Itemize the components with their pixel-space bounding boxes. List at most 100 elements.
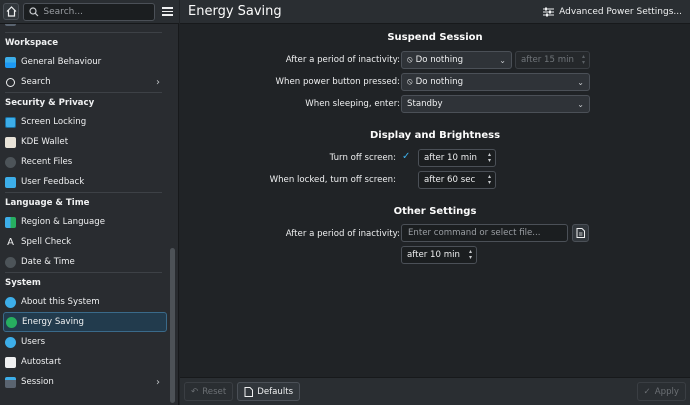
spinbox-value: after 60 sec [424, 175, 476, 185]
sidebar-item-label: Screen Locking [21, 117, 87, 127]
advanced-power-settings-button[interactable]: Advanced Power Settings... [543, 7, 682, 17]
sidebar-item-spell-check[interactable]: A Spell Check [0, 232, 170, 252]
locked-turn-off-spinbox[interactable]: after 60 sec ▴ ▾ [418, 171, 496, 189]
sidebar-item-recent-files[interactable]: Recent Files [0, 152, 170, 172]
search-icon [6, 77, 15, 87]
sleeping-label: When sleeping, enter: [305, 99, 400, 109]
power-button-label: When power button pressed: [275, 77, 400, 87]
sidebar-item-energy-saving[interactable]: Energy Saving [3, 312, 167, 332]
sidebar-item-date-time[interactable]: Date & Time [0, 252, 170, 272]
hamburger-menu-button[interactable] [159, 3, 176, 21]
document-icon [244, 386, 254, 397]
section-title-suspend: Suspend Session [387, 32, 483, 43]
sleeping-mode-combo[interactable]: Standby ⌄ [401, 95, 590, 113]
chevron-right-icon: › [156, 76, 160, 88]
home-icon [6, 6, 17, 17]
other-inactivity-label: After a period of inactivity: [285, 229, 400, 239]
sidebar-item-label: About this System [21, 297, 100, 307]
sidebar-item-label: Autostart [21, 357, 61, 367]
power-button-combo[interactable]: ⦸ Do nothing ⌄ [401, 73, 590, 91]
command-placeholder: Enter command or select file... [408, 228, 541, 238]
sidebar-item-session[interactable]: Session › [0, 372, 170, 392]
sidebar-item-label: Region & Language [21, 217, 105, 227]
sidebar-item-user-feedback[interactable]: User Feedback [0, 172, 170, 192]
general-behaviour-icon [5, 56, 16, 68]
defaults-label: Defaults [257, 386, 294, 397]
sidebar-list: Activities Workspace General Behaviour S… [0, 14, 170, 392]
sidebar-scrollbar[interactable] [170, 248, 175, 403]
sidebar-item-label: Users [21, 337, 46, 347]
sidebar-item-label: KDE Wallet [21, 137, 69, 147]
search-placeholder: Search... [43, 6, 83, 17]
sidebar-item-label: Recent Files [21, 157, 73, 167]
wallet-icon [5, 136, 16, 148]
spin-arrows-icon: ▴ ▾ [581, 53, 585, 66]
chevron-down-icon: ⌄ [577, 99, 584, 109]
no-action-icon: ⦸ [407, 77, 413, 87]
autostart-icon [5, 356, 16, 368]
suspend-inactivity-time-spinbox[interactable]: after 15 min ▴ ▾ [515, 51, 590, 69]
spinbox-value: after 10 min [407, 250, 460, 260]
apply-label: Apply [654, 386, 679, 397]
section-title-display: Display and Brightness [369, 130, 501, 141]
session-icon [5, 376, 16, 388]
other-time-spinbox[interactable]: after 10 min ▴ ▾ [401, 246, 477, 264]
spin-arrows-icon: ▴ ▾ [468, 248, 472, 261]
clock-icon [5, 156, 16, 168]
spin-arrows-icon: ▴ ▾ [487, 151, 491, 164]
calendar-clock-icon [5, 256, 16, 268]
sidebar-item-users[interactable]: Users [0, 332, 170, 352]
spin-arrows-icon: ▴ ▾ [487, 173, 491, 186]
sidebar-item-search[interactable]: Search › [0, 72, 170, 92]
sidebar-item-general-behaviour[interactable]: General Behaviour [0, 52, 170, 72]
sidebar-item-label: User Feedback [21, 177, 85, 187]
defaults-button[interactable]: Defaults [237, 382, 301, 401]
sidebar-toolbar: Search... [0, 0, 179, 24]
main-content: Suspend Session After a period of inacti… [180, 25, 690, 377]
chevron-down-icon: ⌄ [499, 55, 506, 65]
sidebar-item-screen-locking[interactable]: Screen Locking [0, 112, 170, 132]
chevron-right-icon: › [156, 376, 160, 388]
spell-check-icon: A [7, 236, 14, 248]
sidebar-item-autostart[interactable]: Autostart [0, 352, 170, 372]
reset-label: Reset [202, 386, 227, 397]
page-title: Energy Saving [188, 4, 282, 19]
page-header: Energy Saving Advanced Power Settings... [180, 0, 690, 24]
sidebar-item-label: Search [21, 77, 51, 87]
check-icon: ✓ [643, 386, 651, 397]
sliders-icon [543, 7, 555, 16]
sidebar-item-about-system[interactable]: About this System [0, 292, 170, 312]
category-system: System [5, 277, 41, 288]
sidebar-item-region-language[interactable]: Region & Language [0, 212, 170, 232]
sidebar: Activities Workspace General Behaviour S… [0, 0, 179, 405]
home-button[interactable] [3, 3, 20, 20]
sidebar-item-label: General Behaviour [21, 57, 102, 67]
search-input[interactable]: Search... [23, 2, 155, 21]
category-workspace: Workspace [5, 37, 59, 48]
combo-value: Do nothing [415, 77, 464, 87]
battery-icon [6, 316, 17, 328]
turn-off-screen-spinbox[interactable]: after 10 min ▴ ▾ [418, 149, 496, 167]
file-icon [576, 228, 585, 238]
users-icon [5, 336, 16, 348]
sidebar-item-label: Date & Time [21, 257, 75, 267]
search-icon [29, 6, 39, 16]
sidebar-item-kde-wallet[interactable]: KDE Wallet [0, 132, 170, 152]
screen-locking-icon [5, 116, 16, 128]
apply-button[interactable]: ✓ Apply [636, 382, 686, 401]
footer-bar: ↶ Reset Defaults ✓ Apply [180, 377, 690, 405]
chevron-down-icon: ⌄ [577, 77, 584, 87]
command-input[interactable]: Enter command or select file... [401, 224, 568, 242]
category-language-time: Language & Time [5, 197, 90, 208]
suspend-inactivity-combo[interactable]: ⦸ Do nothing ⌄ [401, 51, 512, 69]
select-file-button[interactable] [572, 224, 589, 242]
turn-off-screen-checkbox[interactable]: ✓ [402, 151, 410, 162]
section-title-other: Other Settings [393, 206, 477, 217]
category-security-privacy: Security & Privacy [5, 97, 95, 108]
turn-off-screen-label: Turn off screen: [329, 153, 396, 163]
reset-button[interactable]: ↶ Reset [184, 382, 234, 401]
locked-turn-off-label: When locked, turn off screen: [269, 175, 396, 185]
sidebar-item-label: Spell Check [21, 237, 72, 247]
reset-icon: ↶ [191, 386, 199, 397]
flag-icon [5, 216, 16, 228]
